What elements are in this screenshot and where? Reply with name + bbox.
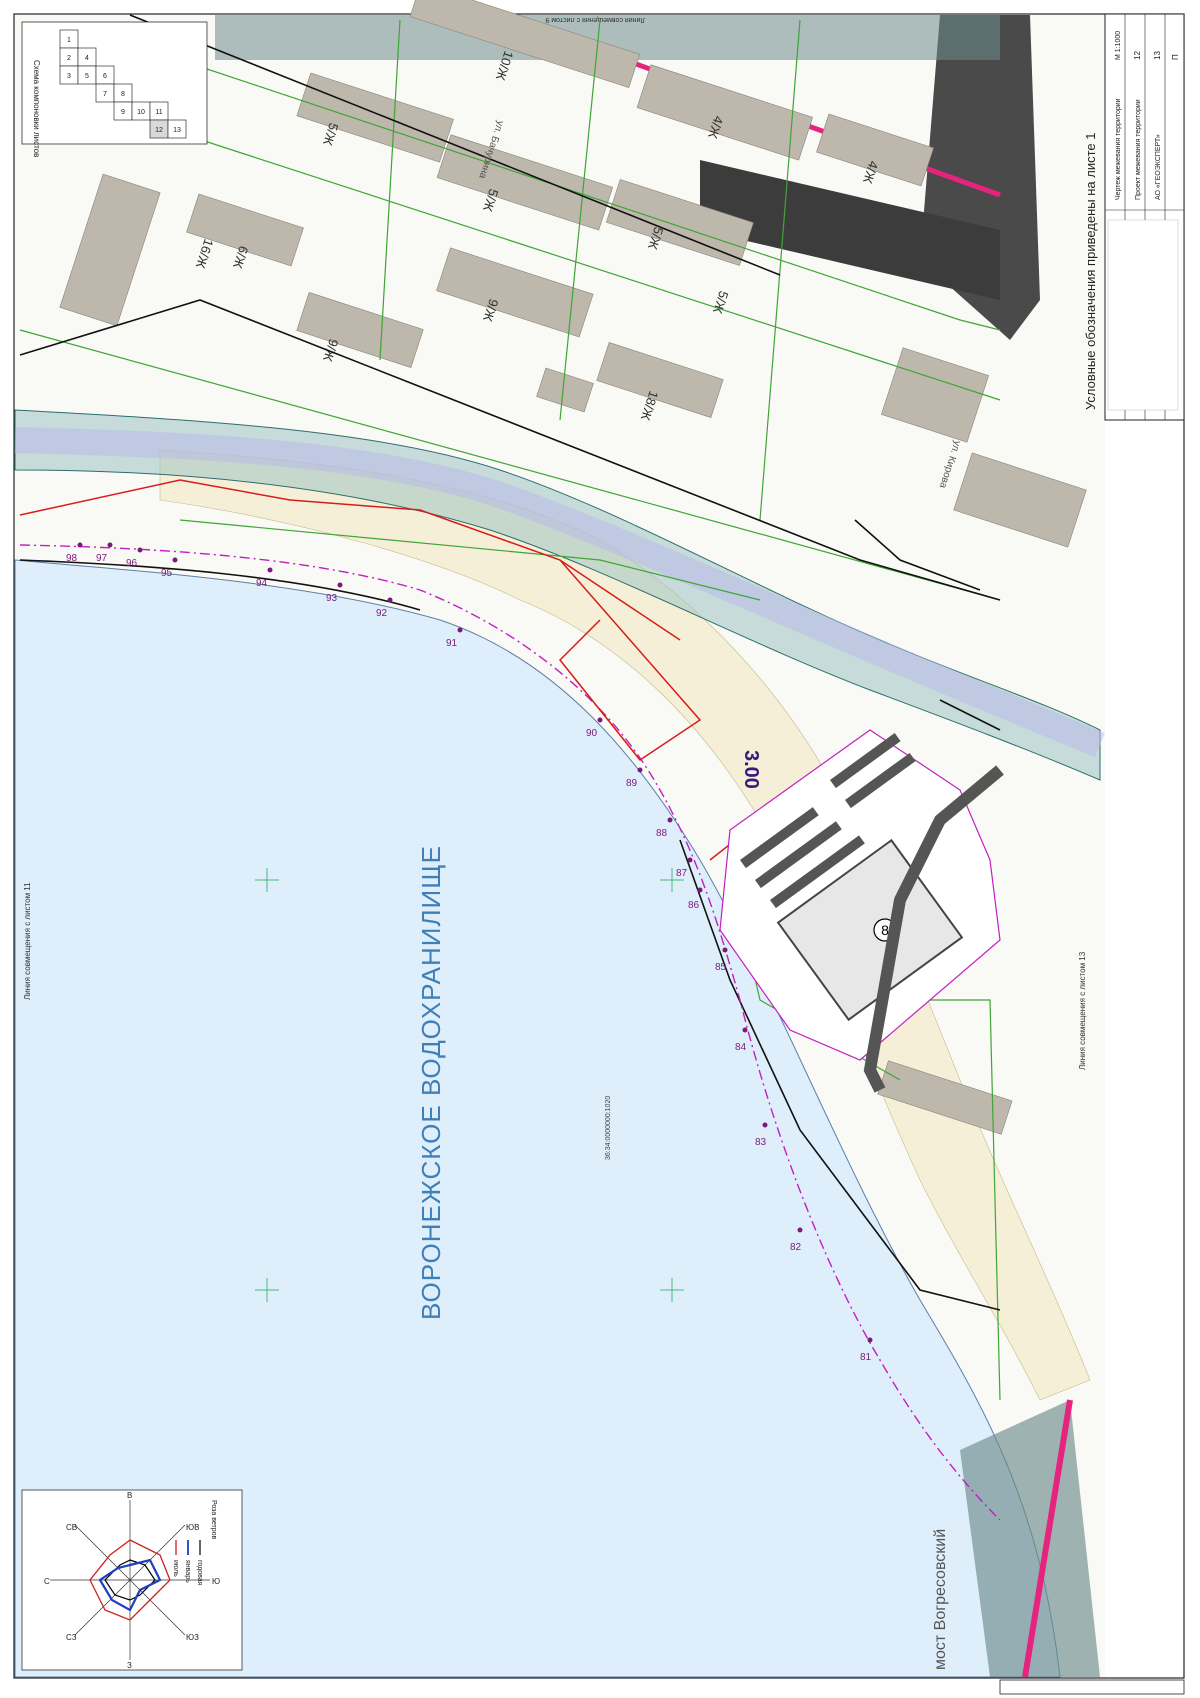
key-cell-number: 9 [121, 109, 125, 116]
survey-point [762, 1122, 768, 1128]
key-cell-number: 7 [103, 91, 107, 98]
wind-direction: СВ [66, 1523, 77, 1532]
wind-rose-title: Роза ветров [210, 1500, 217, 1540]
survey-point [742, 1027, 748, 1033]
survey-point-label: 81 [860, 1352, 872, 1363]
survey-point [387, 597, 393, 603]
key-cell-number: 3 [67, 73, 71, 80]
key-plan-title: Схема компоновки листов [32, 60, 41, 157]
area-label: 3.00 [740, 750, 762, 789]
signature-area [1107, 219, 1179, 411]
survey-point [77, 542, 83, 548]
wind-direction: З [127, 1661, 132, 1670]
key-cell-number: 10 [137, 109, 145, 116]
survey-point-label: 84 [735, 1042, 747, 1053]
wind-direction: ЮВ [186, 1523, 199, 1532]
survey-point-label: 92 [376, 608, 388, 619]
key-cell-number: 8 [121, 91, 125, 98]
organization: АО «ГЕОЭКСПЕРТ» [1155, 134, 1162, 200]
survey-point-label: 97 [96, 553, 108, 564]
survey-point [137, 547, 143, 553]
drawing-title: Чертеж межевания территории [1115, 98, 1122, 200]
legend-january: январь [184, 1560, 191, 1583]
water-body-label: ВОРОНЕЖСКОЕ ВОДОХРАНИЛИЩЕ [416, 845, 446, 1320]
cadastral-map-sheet: 5/Ж 5/Ж 5/Ж 5/Ж 9/Ж 9/Ж 16/Ж 4/Ж 4/Ж 18/… [13, 0, 1185, 1695]
survey-point-label: 98 [66, 553, 78, 564]
wind-direction: СЗ [66, 1633, 77, 1642]
key-cell-number: 13 [173, 127, 181, 134]
signature-grid [1107, 219, 1179, 411]
survey-point-label: 94 [256, 578, 268, 589]
bridge-label: мост Вогресовский [932, 1529, 949, 1670]
key-cell-number: 12 [155, 127, 163, 134]
survey-point-label: 82 [790, 1242, 802, 1253]
survey-point [667, 817, 673, 823]
survey-point-label: 88 [656, 828, 668, 839]
survey-point-label: 87 [676, 868, 688, 879]
legend-annual: годовая [196, 1560, 203, 1586]
survey-point [172, 557, 178, 563]
key-cell-number: 6 [103, 73, 107, 80]
survey-point [597, 717, 603, 723]
survey-point-label: 91 [446, 638, 458, 649]
survey-point [107, 542, 113, 548]
survey-point-label: 83 [755, 1137, 767, 1148]
wind-direction: С [44, 1577, 50, 1586]
survey-point-label: 90 [586, 728, 598, 739]
survey-point [697, 887, 703, 893]
survey-point [267, 567, 273, 573]
key-cell-number: 2 [67, 55, 71, 62]
survey-point [867, 1337, 873, 1343]
survey-point [687, 857, 693, 863]
survey-point-label: 86 [688, 900, 700, 911]
survey-point [722, 947, 728, 953]
scale-label: М 1:1000 [1115, 31, 1122, 60]
stage-label: П [1171, 54, 1180, 60]
wind-direction: В [127, 1491, 132, 1500]
wind-direction: ЮЗ [186, 1633, 199, 1642]
project-title: Проект межевания территории [1135, 99, 1142, 200]
top-join-note: Линия совмещения с листом 9 [545, 16, 645, 23]
survey-point-label: 85 [715, 962, 727, 973]
wind-rose: С СВ В ЮВ Ю ЮЗ З СЗ Роза ветров годовая … [21, 1489, 243, 1671]
key-cell-number: 4 [85, 55, 89, 62]
key-cell-number: 1 [67, 37, 71, 44]
survey-point [797, 1227, 803, 1233]
survey-point-label: 93 [326, 593, 338, 604]
legend-reference-note: Условные обозначения приведены на листе … [1083, 133, 1098, 411]
sheet-number: 12 [1133, 51, 1142, 60]
left-join-note: Линия совмещения с листом 11 [23, 882, 32, 1000]
legend-july: июль [172, 1560, 179, 1577]
sheet-count: 13 [1153, 51, 1162, 60]
survey-point-label: 95 [161, 568, 173, 579]
key-cell-number: 11 [155, 109, 162, 116]
bottom-join-note: Линия совмещения с листом 13 [1078, 951, 1087, 1070]
survey-point [337, 582, 343, 588]
key-plan: Схема компоновки листов 1 2 3 4 5 6 7 8 [21, 21, 208, 157]
bottom-stamp [999, 1679, 1185, 1695]
survey-point-label: 96 [126, 558, 138, 569]
water-cadastral-number: 36:34:0000000:1020 [605, 1096, 612, 1160]
survey-point-label: 89 [626, 778, 638, 789]
survey-point [637, 767, 643, 773]
wind-direction: Ю [212, 1577, 220, 1586]
key-cell-number: 5 [85, 73, 89, 80]
survey-point [457, 627, 463, 633]
